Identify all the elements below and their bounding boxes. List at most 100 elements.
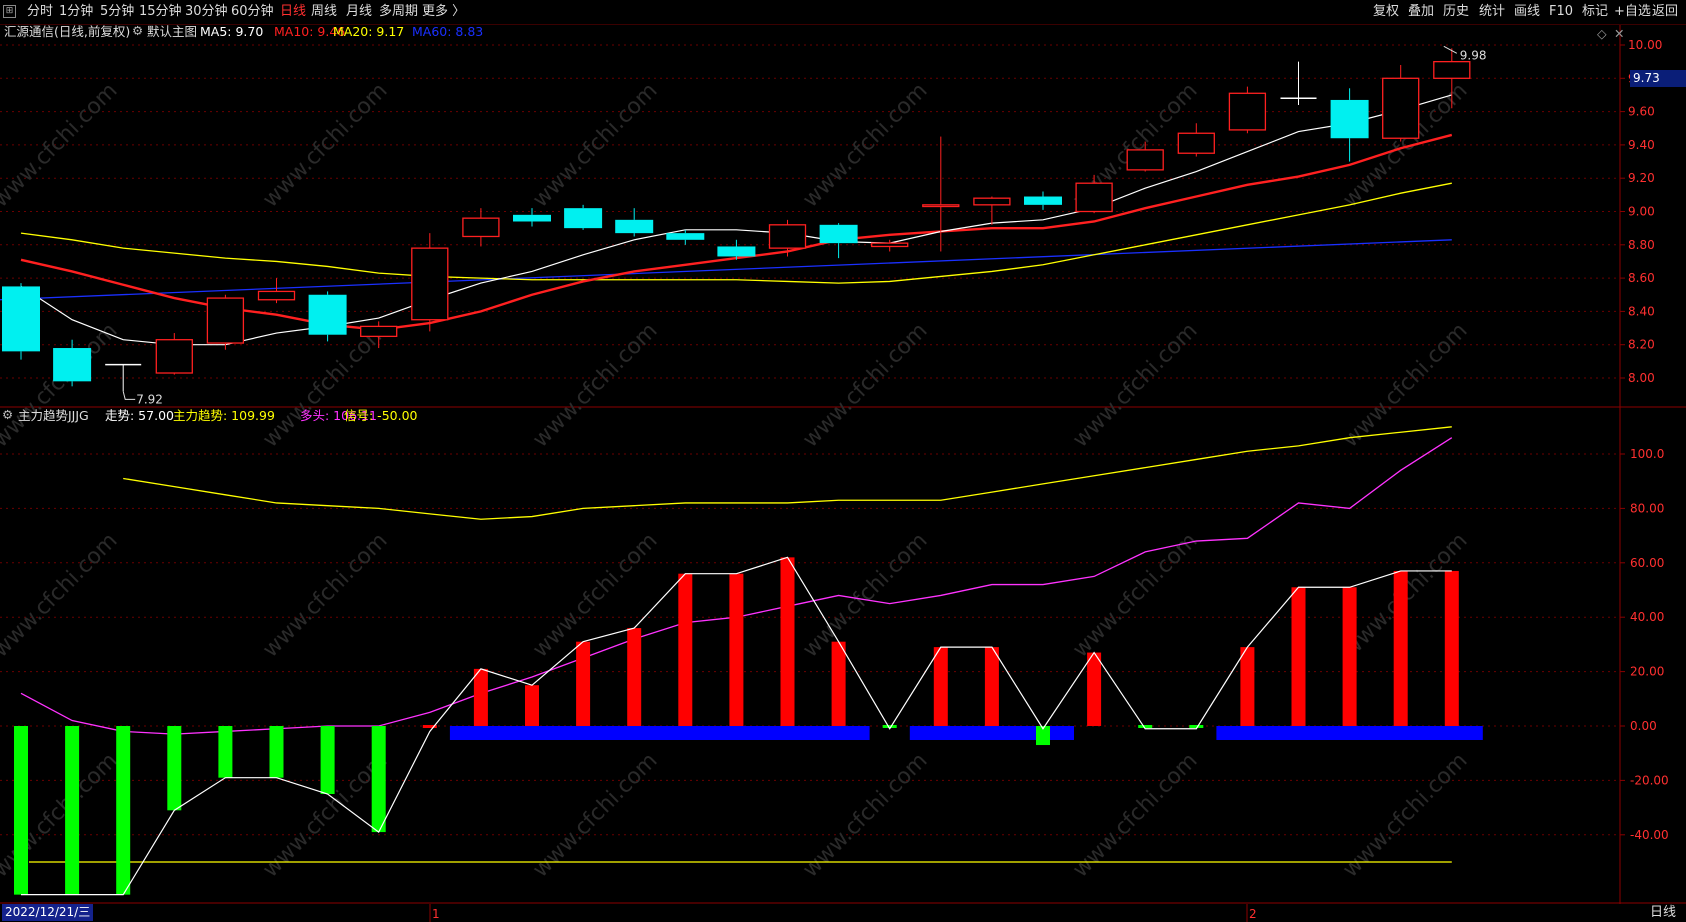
diamond-icon[interactable]: ◇ xyxy=(1597,26,1607,42)
candle-body-down xyxy=(2,286,40,352)
month-mark: 1 xyxy=(432,907,440,921)
toolbar-button-2[interactable]: 历史 xyxy=(1443,0,1469,24)
toolbar-button-5[interactable]: F10 xyxy=(1549,0,1573,24)
period-tab-6[interactable]: 日线 xyxy=(280,0,306,24)
price-tick-label: 9.40 xyxy=(1628,138,1655,152)
trend-bar xyxy=(831,641,846,726)
candle-body-down xyxy=(717,246,756,257)
trend-bar xyxy=(1240,647,1255,726)
trend-bar xyxy=(371,726,386,833)
candle-body-up xyxy=(1177,132,1215,154)
high-price-mark: 9.98 xyxy=(1460,48,1487,62)
period-tab-3[interactable]: 15分钟 xyxy=(139,0,182,24)
candle-body-up xyxy=(1433,61,1471,79)
ma-label-2: MA20: 9.17 xyxy=(333,24,405,39)
signal-segment-bar xyxy=(1216,726,1483,740)
period-toolbar: ⊞ 分时 1分钟 5分钟 15分钟 30分钟 60分钟 日线 周线 月线 多周期 更多 〉 复权 叠加… xyxy=(0,0,1686,25)
price-tick-label: 8.20 xyxy=(1628,338,1655,352)
trend-bar xyxy=(780,557,795,726)
price-tick-label: 8.40 xyxy=(1628,304,1655,318)
trend-bar xyxy=(1291,587,1306,726)
candle-body-up xyxy=(768,224,807,249)
trend-bar xyxy=(65,726,80,895)
sub-indicator-name[interactable]: 主力趋势JJJG xyxy=(18,408,89,424)
candle-body-up xyxy=(411,247,449,321)
candle-body-down xyxy=(53,348,92,382)
period-tab-1[interactable]: 1分钟 xyxy=(59,0,93,24)
trend-bar xyxy=(576,641,591,726)
trend-bar xyxy=(525,685,539,726)
sub-tick-label: 80.00 xyxy=(1630,501,1664,515)
candle-body-down xyxy=(1024,196,1062,205)
period-tab-5[interactable]: 60分钟 xyxy=(231,0,274,24)
toolbar-button-3[interactable]: 统计 xyxy=(1479,0,1505,24)
period-tab-2[interactable]: 5分钟 xyxy=(100,0,134,24)
trend-bar xyxy=(167,726,182,811)
trend-bar xyxy=(678,573,693,726)
tab-daily[interactable]: 日线 xyxy=(1640,904,1686,922)
sub-tick-label: 0.00 xyxy=(1630,719,1657,733)
candle-body-up xyxy=(206,297,245,344)
sub-tick-label: 40.00 xyxy=(1630,610,1664,624)
toolbar-button-1[interactable]: 叠加 xyxy=(1408,0,1434,24)
month-mark: 2 xyxy=(1249,907,1257,921)
sub-tick-label: 20.00 xyxy=(1630,665,1664,679)
date-cursor-label: 2022/12/21/三 xyxy=(2,904,94,921)
sub-tick-label: -20.00 xyxy=(1630,773,1669,787)
candle-body-down xyxy=(1330,99,1369,139)
trend-bar xyxy=(1444,570,1459,726)
price-tick-label: 8.60 xyxy=(1628,271,1655,285)
price-tick-label: 9.20 xyxy=(1628,171,1655,185)
collapse-icon[interactable]: ⊞ xyxy=(3,5,16,18)
sub-tick-label: -40.00 xyxy=(1630,828,1669,842)
current-price-badge: 9.73 xyxy=(1630,70,1686,87)
trend-bar xyxy=(269,726,284,778)
period-tab-10[interactable]: 更多 〉 xyxy=(422,0,465,24)
trend-bar xyxy=(14,726,28,895)
candle-body-up xyxy=(360,325,398,338)
candle-body-down xyxy=(819,224,858,244)
candle-body-up xyxy=(871,242,909,248)
toolbar-button-6[interactable]: 标记 xyxy=(1582,0,1608,24)
trend-bar xyxy=(933,647,948,726)
sub-label-0: 走势: 57.00 xyxy=(105,408,174,423)
candle-body-down xyxy=(513,214,551,222)
trend-bar xyxy=(116,726,131,895)
candle-body-up xyxy=(1228,92,1267,131)
candle-body-up xyxy=(1126,149,1164,171)
kline-chart[interactable]: 10.009.809.609.409.209.008.808.608.408.2… xyxy=(0,25,1686,922)
trend-bar xyxy=(218,726,233,778)
toolbar-button-4[interactable]: 画线 xyxy=(1514,0,1540,24)
trend-bar xyxy=(627,628,642,726)
candle-body-up xyxy=(155,339,193,374)
trend-bar xyxy=(1393,570,1408,726)
toolbar-button-7[interactable]: +自选 xyxy=(1614,0,1651,24)
candle-body-up xyxy=(973,197,1011,206)
candle-body-up xyxy=(922,204,960,208)
trend-bar-zero xyxy=(1138,725,1153,728)
trend-bar xyxy=(984,647,999,726)
trend-bar xyxy=(320,726,335,794)
price-tick-label: 8.00 xyxy=(1628,371,1655,385)
period-tab-8[interactable]: 月线 xyxy=(346,0,372,24)
period-tab-9[interactable]: 多周期 xyxy=(379,0,418,24)
trend-bar xyxy=(1342,587,1357,726)
period-tab-4[interactable]: 30分钟 xyxy=(185,0,228,24)
period-tab-0[interactable]: 分时 xyxy=(27,0,53,24)
candle-body-up xyxy=(257,290,296,301)
candle-body-down xyxy=(666,233,705,240)
sub-settings-icon[interactable]: ⚙ xyxy=(2,407,13,423)
sub-tick-label: 60.00 xyxy=(1630,556,1664,570)
period-tab-7[interactable]: 周线 xyxy=(311,0,337,24)
main-indicator-name[interactable]: 默认主图 xyxy=(147,24,197,40)
close-icon[interactable]: ✕ xyxy=(1614,26,1624,42)
settings-icon[interactable]: ⚙ xyxy=(132,23,143,39)
price-tick-label: 9.60 xyxy=(1628,105,1655,119)
trend-bar xyxy=(1087,652,1102,726)
toolbar-button-0[interactable]: 复权 xyxy=(1373,0,1399,24)
ma-label-3: MA60: 8.83 xyxy=(412,24,484,39)
toolbar-button-8[interactable]: 返回 xyxy=(1652,0,1678,24)
candle-body-up xyxy=(1075,182,1113,213)
sub-label-3: 信号: -50.00 xyxy=(344,408,418,423)
sub-label-1: 主力趋势: 109.99 xyxy=(173,408,275,423)
